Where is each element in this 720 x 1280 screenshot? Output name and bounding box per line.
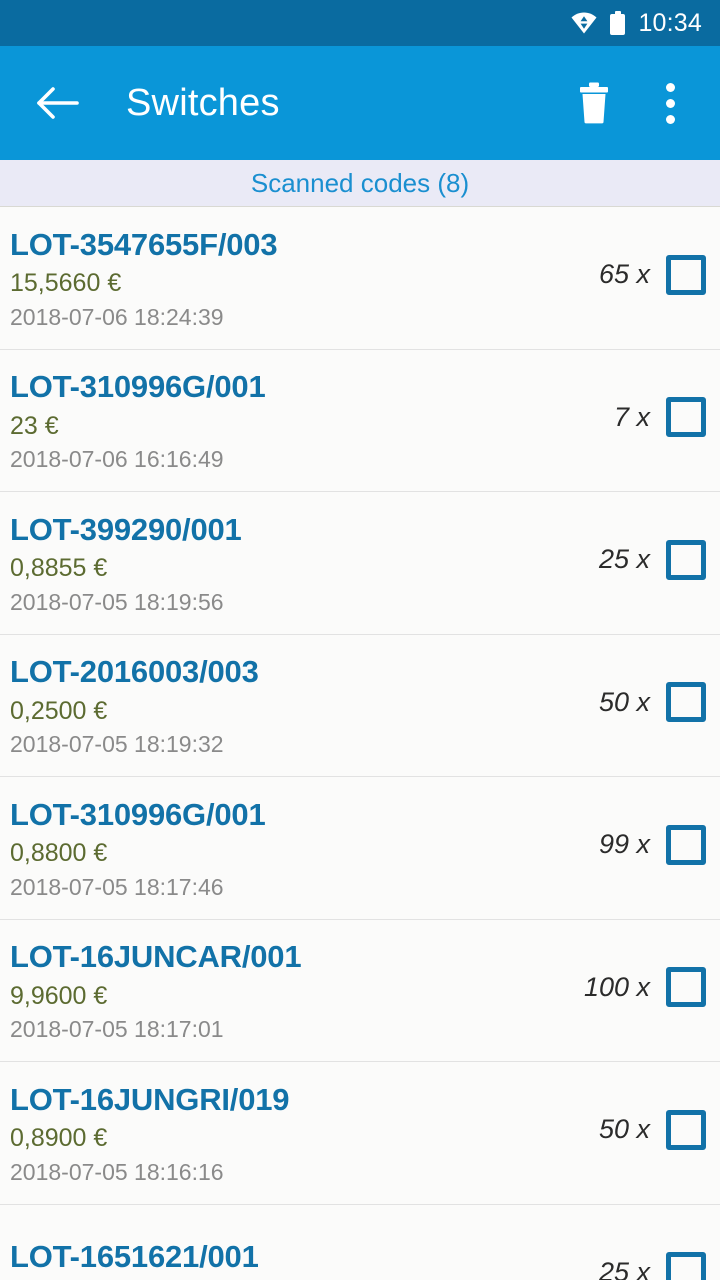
select-checkbox[interactable] — [666, 1109, 706, 1150]
select-checkbox[interactable] — [666, 254, 706, 295]
list-item-info: LOT-2016003/003 0,2500 € 2018-07-05 18:1… — [10, 635, 599, 777]
list-item-info: LOT-3547655F/003 15,5660 € 2018-07-06 18… — [10, 207, 599, 349]
status-bar-icons: 10:34 — [571, 9, 702, 38]
list-item[interactable]: LOT-399290/001 0,8855 € 2018-07-05 18:19… — [0, 492, 720, 635]
lot-price: 0,8800 € — [10, 839, 108, 868]
list-item[interactable]: LOT-16JUNGRI/019 0,8900 € 2018-07-05 18:… — [0, 1062, 720, 1205]
app-bar-actions — [566, 75, 698, 131]
wifi-data-icon — [571, 12, 597, 34]
list-item-controls: 65 x — [599, 207, 706, 349]
lot-code: LOT-310996G/001 — [10, 796, 266, 832]
lot-code: LOT-16JUNCAR/001 — [10, 939, 302, 975]
lot-quantity: 7 x — [613, 401, 650, 432]
lot-timestamp: 2018-07-05 18:16:16 — [10, 1158, 224, 1185]
select-checkbox[interactable] — [666, 1252, 706, 1280]
lot-quantity: 25 x — [598, 1256, 650, 1280]
list-item-info: LOT-310996G/001 0,8800 € 2018-07-05 18:1… — [10, 777, 599, 919]
lot-quantity: 50 x — [598, 686, 650, 717]
list-item-controls: 25 x — [599, 1205, 706, 1280]
lot-timestamp: 2018-07-06 16:16:49 — [10, 446, 224, 473]
lot-quantity: 99 x — [598, 829, 650, 860]
list-item-controls: 100 x — [584, 920, 706, 1062]
select-checkbox[interactable] — [666, 967, 706, 1008]
lot-timestamp: 2018-07-05 18:19:56 — [10, 588, 224, 615]
scanned-codes-header: Scanned codes (8) — [0, 160, 720, 207]
list-item-controls: 25 x — [599, 492, 706, 634]
list-item-info: LOT-1651621/001 0,2000 € — [10, 1205, 599, 1280]
scanned-codes-list[interactable]: LOT-3547655F/003 15,5660 € 2018-07-06 18… — [0, 207, 720, 1280]
list-item[interactable]: LOT-2016003/003 0,2500 € 2018-07-05 18:1… — [0, 634, 720, 777]
trash-icon[interactable] — [566, 75, 622, 131]
lot-code: LOT-3547655F/003 — [10, 226, 278, 262]
select-checkbox[interactable] — [666, 397, 706, 438]
list-item-controls: 50 x — [599, 635, 706, 777]
list-item[interactable]: LOT-310996G/001 23 € 2018-07-06 16:16:49… — [0, 349, 720, 492]
list-item-info: LOT-310996G/001 23 € 2018-07-06 16:16:49 — [10, 350, 614, 492]
lot-code: LOT-399290/001 — [10, 511, 242, 547]
app-root: 10:34 Switches Scanned codes (8) LOT-354… — [0, 0, 720, 1280]
lot-price: 0,2500 € — [10, 696, 108, 725]
overflow-menu-icon[interactable] — [642, 75, 698, 131]
list-item[interactable]: LOT-1651621/001 0,2000 € 25 x — [0, 1204, 720, 1280]
lot-price: 9,9600 € — [10, 981, 108, 1010]
lot-timestamp: 2018-07-05 18:17:01 — [10, 1016, 224, 1043]
lot-timestamp: 2018-07-05 18:19:32 — [10, 731, 224, 758]
overflow-dots — [665, 82, 675, 124]
lot-price: 15,5660 € — [10, 269, 122, 298]
lot-code: LOT-16JUNGRI/019 — [10, 1081, 290, 1117]
status-bar: 10:34 — [0, 0, 720, 46]
select-checkbox[interactable] — [666, 824, 706, 865]
scanned-codes-label: Scanned codes (8) — [250, 167, 470, 198]
app-bar: Switches — [0, 46, 720, 160]
list-item[interactable]: LOT-310996G/001 0,8800 € 2018-07-05 18:1… — [0, 777, 720, 920]
lot-quantity: 50 x — [598, 1114, 650, 1145]
lot-quantity: 65 x — [598, 259, 650, 290]
list-item[interactable]: LOT-16JUNCAR/001 9,9600 € 2018-07-05 18:… — [0, 919, 720, 1062]
lot-quantity: 25 x — [598, 544, 650, 575]
lot-code: LOT-310996G/001 — [10, 369, 266, 405]
list-item[interactable]: LOT-3547655F/003 15,5660 € 2018-07-06 18… — [0, 207, 720, 350]
list-item-info: LOT-399290/001 0,8855 € 2018-07-05 18:19… — [10, 492, 599, 634]
select-checkbox[interactable] — [666, 539, 706, 580]
list-item-controls: 99 x — [599, 777, 706, 919]
list-item-info: LOT-16JUNGRI/019 0,8900 € 2018-07-05 18:… — [10, 1062, 599, 1204]
page-title: Switches — [126, 81, 280, 124]
list-item-controls: 50 x — [599, 1062, 706, 1204]
status-bar-clock: 10:34 — [638, 8, 702, 37]
lot-price: 0,8900 € — [10, 1124, 108, 1153]
lot-price: 23 € — [10, 411, 59, 440]
battery-icon — [610, 11, 626, 35]
back-arrow-icon[interactable] — [32, 77, 84, 129]
list-item-controls: 7 x — [614, 350, 706, 492]
select-checkbox[interactable] — [666, 682, 706, 723]
lot-timestamp: 2018-07-05 18:17:46 — [10, 873, 224, 900]
lot-code: LOT-1651621/001 — [10, 1239, 259, 1275]
lot-code: LOT-2016003/003 — [10, 654, 259, 690]
list-item-info: LOT-16JUNCAR/001 9,9600 € 2018-07-05 18:… — [10, 920, 584, 1062]
lot-timestamp: 2018-07-06 18:24:39 — [10, 303, 224, 330]
lot-quantity: 100 x — [583, 971, 650, 1002]
lot-price: 0,8855 € — [10, 554, 108, 583]
